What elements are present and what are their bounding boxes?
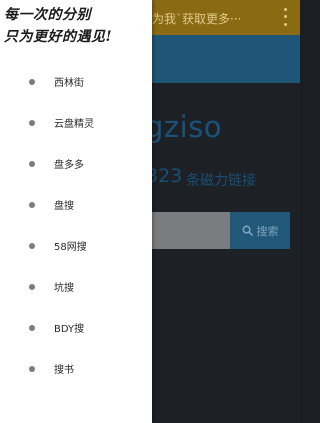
drawer-item-label: 云盘精灵 — [54, 119, 94, 130]
drawer-item-label: BDY搜 — [54, 324, 85, 335]
navigation-drawer: 每一次的分别 只为更好的遇见! 西林街 云盘精灵 盘多多 盘搜 58网搜 坑搜 — [0, 0, 152, 423]
drawer-item-yunpan-jingling[interactable]: 云盘精灵 — [0, 102, 152, 143]
drawer-item-pansou[interactable]: 盘搜 — [0, 184, 152, 225]
search-button[interactable]: 搜索 — [230, 212, 290, 249]
bullet-icon — [29, 324, 35, 331]
magnet-count-label: 条磁力链接 — [186, 173, 256, 189]
drawer-item-soushu[interactable]: 搜书 — [0, 348, 152, 389]
drawer-item-label: 盘多多 — [54, 160, 84, 171]
bullet-icon — [29, 242, 35, 249]
drawer-header-line-1: 每一次的分别 — [4, 7, 91, 23]
drawer-item-58-wangsou[interactable]: 58网搜 — [0, 225, 152, 266]
drawer-item-label: 盘搜 — [54, 201, 74, 212]
drawer-menu: 西林街 云盘精灵 盘多多 盘搜 58网搜 坑搜 BDY搜 搜书 — [0, 61, 152, 389]
bullet-icon — [29, 78, 35, 85]
drawer-item-label: 58网搜 — [54, 242, 87, 253]
drawer-header-line-2: 只为更好的遇见! — [4, 29, 113, 45]
drawer-item-panduoduo[interactable]: 盘多多 — [0, 143, 152, 184]
search-button-label: 搜索 — [256, 224, 279, 238]
bullet-icon — [29, 119, 35, 126]
drawer-item-kengsou[interactable]: 坑搜 — [0, 266, 152, 307]
drawer-header: 每一次的分别 只为更好的遇见! — [4, 4, 150, 48]
drawer-item-bdy-sou[interactable]: BDY搜 — [0, 307, 152, 348]
search-input[interactable] — [152, 212, 230, 249]
drawer-item-xilinjie[interactable]: 西林街 — [0, 61, 152, 102]
site-title: gziso — [145, 110, 223, 144]
more-vertical-icon[interactable] — [278, 6, 292, 28]
bullet-icon — [29, 160, 35, 167]
drawer-item-label: 坑搜 — [54, 283, 74, 294]
bullet-icon — [29, 365, 35, 372]
app-bar-title: 为我`获取更多··· — [152, 12, 242, 26]
bullet-icon — [29, 283, 35, 290]
bullet-icon — [29, 201, 35, 208]
drawer-item-label: 西林街 — [54, 78, 84, 89]
search-icon — [242, 225, 253, 236]
drawer-item-label: 搜书 — [54, 365, 74, 376]
